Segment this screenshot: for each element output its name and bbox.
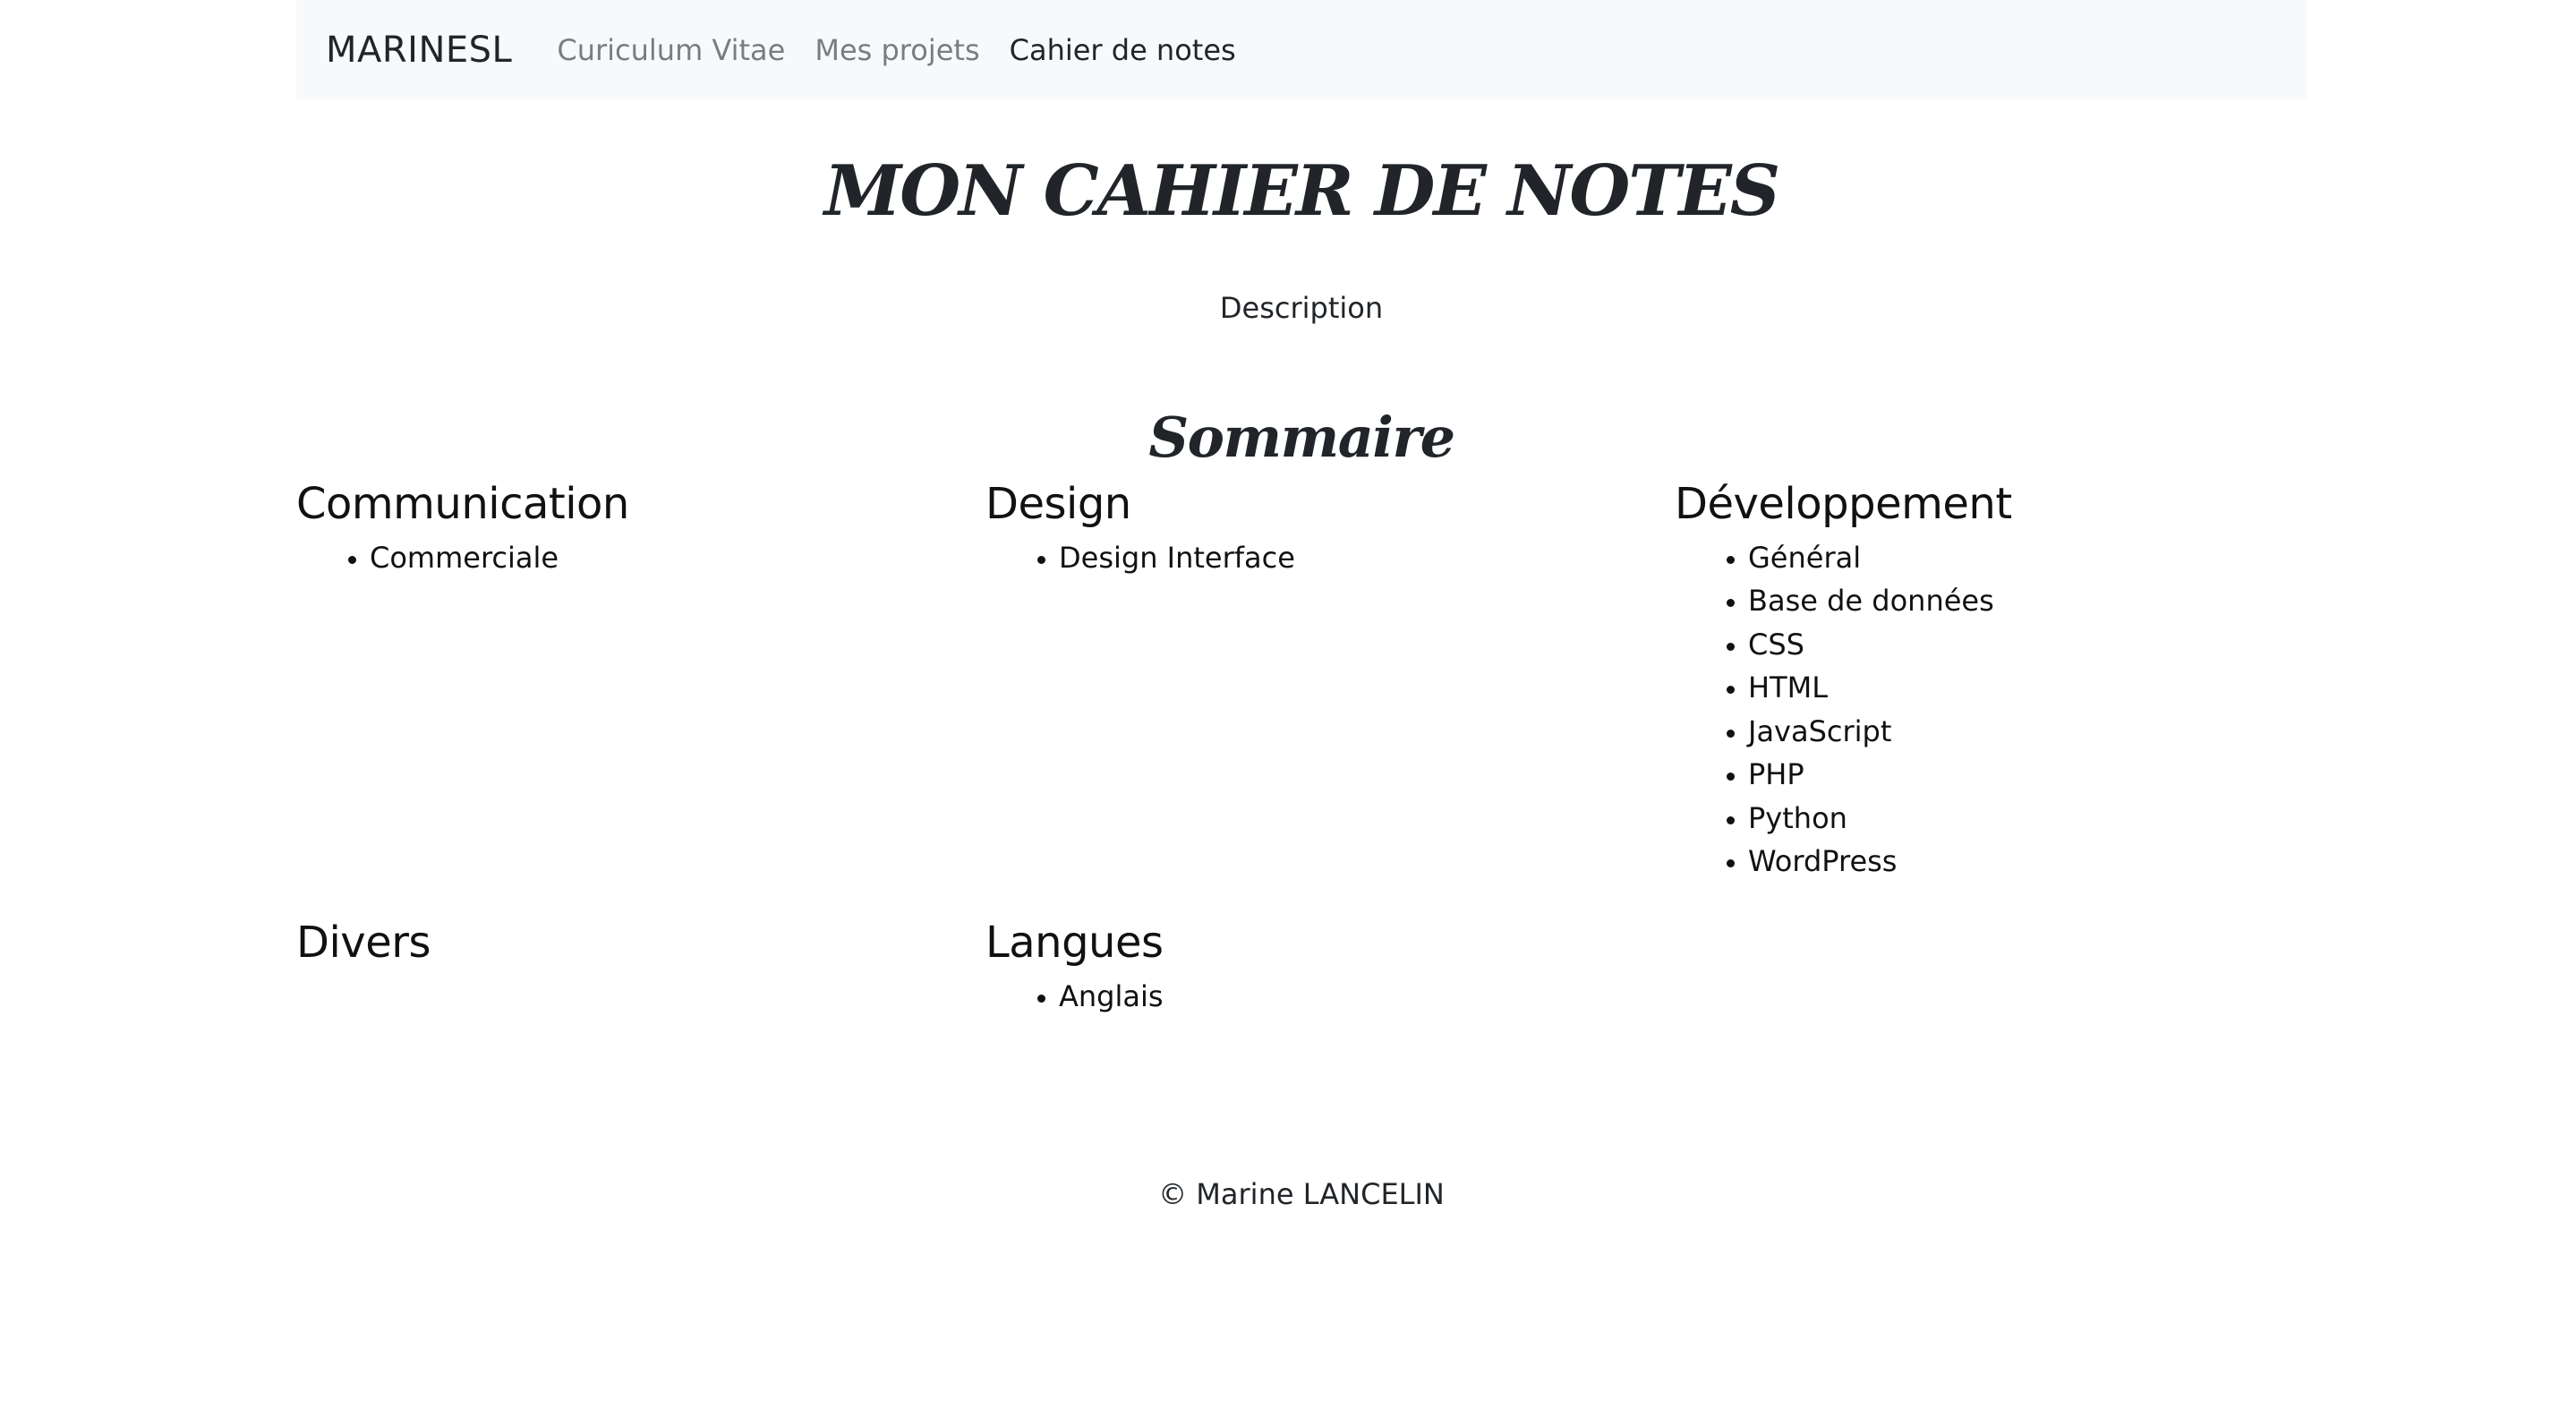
section-title: Langues	[985, 917, 1164, 968]
page-description: Description	[1219, 290, 1384, 325]
section-title: Développement	[1675, 478, 2012, 529]
nav-link-notebook[interactable]: Cahier de notes	[1010, 33, 1236, 67]
nav-link-projects[interactable]: Mes projets	[815, 33, 979, 67]
list-item-link[interactable]: Anglais	[1059, 975, 1675, 1019]
section-list: Design Interface	[985, 536, 1675, 580]
section-title: Divers	[296, 917, 431, 968]
section-divers: Divers	[296, 916, 985, 1046]
list-item-link[interactable]: PHP	[1748, 753, 2307, 797]
section-title: Design	[985, 478, 1131, 529]
list-item-link[interactable]: JavaScript	[1748, 710, 2307, 754]
list-item-link[interactable]: Python	[1748, 797, 2307, 841]
summary-grid: Communication Commerciale Design Design …	[296, 477, 2307, 1046]
section-title: Communication	[296, 478, 629, 529]
section-developpement: Développement Général Base de données CS…	[1675, 477, 2307, 910]
brand-link[interactable]: MARINESL	[326, 30, 512, 71]
section-communication: Communication Commerciale	[296, 477, 985, 910]
list-item-link[interactable]: Design Interface	[1059, 536, 1675, 580]
navbar: MARINESL Curiculum Vitae Mes projets Cah…	[296, 0, 2307, 99]
section-design: Design Design Interface	[985, 477, 1675, 910]
list-item-link[interactable]: CSS	[1748, 623, 2307, 667]
list-item-link[interactable]: Commerciale	[370, 536, 985, 580]
page-title: MON CAHIER DE NOTES	[823, 150, 1780, 232]
footer-copyright: © Marine LANCELIN	[1158, 1177, 1445, 1212]
list-item-link[interactable]: HTML	[1748, 666, 2307, 710]
summary-title: Sommaire	[1148, 404, 1455, 470]
section-list: Général Base de données CSS HTML JavaScr…	[1675, 536, 2307, 884]
nav-link-cv[interactable]: Curiculum Vitae	[557, 33, 785, 67]
section-list: Commerciale	[296, 536, 985, 580]
list-item-link[interactable]: WordPress	[1748, 840, 2307, 884]
page-container: MARINESL Curiculum Vitae Mes projets Cah…	[296, 0, 2307, 1211]
list-item-link[interactable]: Général	[1748, 536, 2307, 580]
section-langues: Langues Anglais	[985, 916, 1675, 1046]
section-list: Anglais	[985, 975, 1675, 1019]
list-item-link[interactable]: Base de données	[1748, 579, 2307, 623]
